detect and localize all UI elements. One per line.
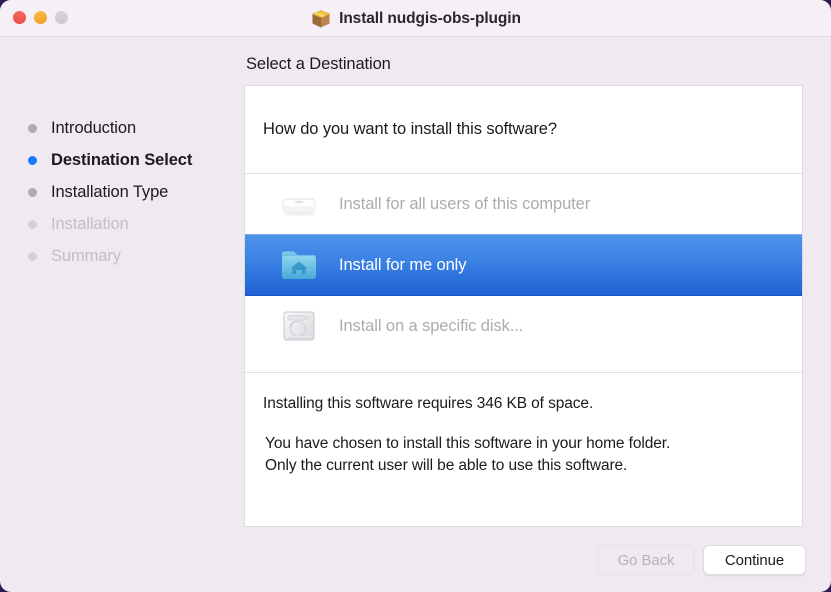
step-bullet-icon (28, 155, 37, 165)
package-box-icon (310, 8, 332, 30)
step-bullet-icon (28, 219, 37, 229)
step-label: Introduction (51, 118, 137, 137)
option-label: Install for all users of this computer (339, 194, 591, 213)
installer-window: Install nudgis-obs-plugin Introduction D… (0, 0, 831, 592)
window-titlebar: Install nudgis-obs-plugin (0, 0, 831, 37)
step-label: Installation Type (51, 182, 169, 201)
window-title: Install nudgis-obs-plugin (339, 9, 521, 27)
destination-panel: How do you want to install this software… (244, 85, 803, 527)
step-bullet-icon (28, 123, 37, 133)
step-label: Installation (51, 214, 129, 233)
step-bullet-icon (28, 187, 37, 197)
page-title: Select a Destination (246, 55, 391, 73)
hard-disk-icon (277, 304, 321, 348)
option-install-for-me-only[interactable]: Install for me only (245, 234, 802, 296)
traffic-lights (13, 11, 68, 24)
chosen-line-1: You have chosen to install this software… (265, 435, 671, 452)
home-folder-icon (277, 243, 321, 287)
step-label: Destination Select (51, 150, 193, 169)
close-button[interactable] (13, 11, 26, 24)
installer-steps-list: Introduction Destination Select Installa… (28, 112, 228, 272)
option-install-on-specific-disk[interactable]: Install on a specific disk... (245, 296, 802, 356)
sidebar-step-installation: Installation (28, 208, 228, 240)
chosen-destination-text: You have chosen to install this software… (245, 413, 802, 477)
window-title-block: Install nudgis-obs-plugin (0, 0, 831, 37)
continue-button[interactable]: Continue (703, 545, 806, 575)
panel-question-label: How do you want to install this software… (245, 86, 802, 174)
step-label: Summary (51, 246, 121, 265)
sidebar-step-introduction: Introduction (28, 112, 228, 144)
option-install-for-all-users[interactable]: Install for all users of this computer (245, 174, 802, 234)
go-back-button[interactable]: Go Back (598, 545, 694, 575)
installer-footer: Go Back Continue (0, 540, 831, 592)
zoom-button[interactable] (55, 11, 68, 24)
sidebar-step-destination-select: Destination Select (28, 144, 228, 176)
step-bullet-icon (28, 251, 37, 261)
minimize-button[interactable] (34, 11, 47, 24)
computer-icon (277, 182, 321, 226)
chosen-line-2: Only the current user will be able to us… (265, 457, 628, 474)
sidebar-step-summary: Summary (28, 240, 228, 272)
space-required-text: Installing this software requires 346 KB… (263, 395, 594, 412)
option-label: Install on a specific disk... (339, 316, 524, 335)
sidebar-step-installation-type: Installation Type (28, 176, 228, 208)
option-label: Install for me only (339, 255, 467, 274)
